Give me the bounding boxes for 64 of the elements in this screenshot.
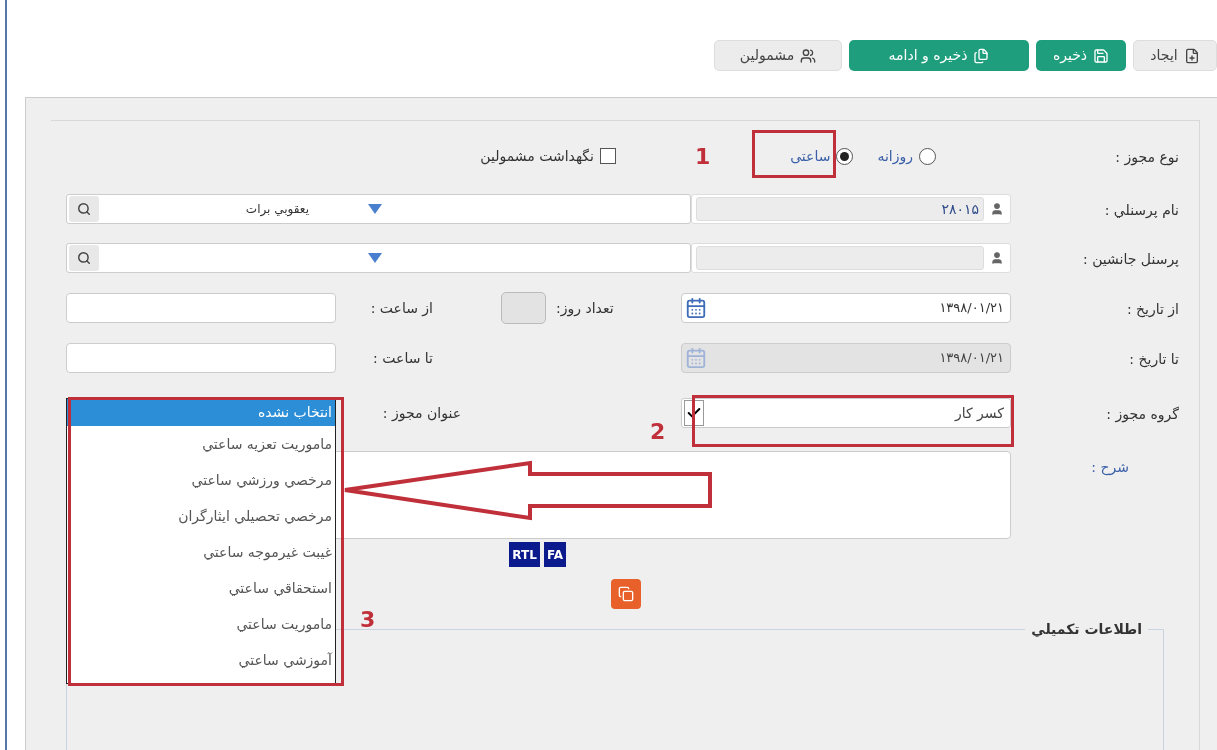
dropdown-arrow-icon[interactable] [367,203,383,215]
field-label: تا ساعت : [373,348,433,368]
date-field[interactable]: ۱۳۹۸/۰۱/۲۱ [681,293,1011,323]
date-value: ۱۳۹۸/۰۱/۲۱ [939,299,1004,318]
checkbox-label: نگهداشت مشمولین [480,146,594,167]
personnel-code-field[interactable]: ۲۸۰۱۵ [691,194,1011,224]
search-button[interactable] [69,245,99,271]
search-icon [77,251,91,265]
lookup-field[interactable]: يعقوبي برات [66,194,691,224]
field-label: عنوان مجوز : [382,403,461,424]
people-icon [800,47,817,64]
file-plus-icon [1183,47,1200,64]
step-number: 1 [695,143,711,171]
person-icon [990,202,1004,216]
step-number: 2 [650,418,666,446]
permit-group-select[interactable]: کسر کار [681,398,1011,428]
checkbox[interactable] [600,148,616,164]
checkmark-icon [684,400,704,426]
field-label: گروه مجوز : [1106,405,1179,425]
lookup-field[interactable] [66,243,691,273]
dropdown-option[interactable]: آموزشي ساعتي [67,642,335,678]
field-label: از تاريخ : [1126,300,1179,320]
toolbar-button[interactable]: مشمولین [714,40,842,71]
day-count-field[interactable] [501,292,546,324]
documents-icon [973,47,990,64]
search-icon [77,202,91,216]
personnel-name: يعقوبي برات [245,201,309,218]
floppy-icon [1093,47,1110,64]
search-button[interactable] [69,196,99,222]
time-field[interactable] [66,343,336,373]
field-label: تا تاريخ : [1129,350,1179,370]
editor-toggle[interactable]: FA [543,542,566,567]
overlapping-squares-icon [618,586,634,602]
radio-label: ساعتی [790,146,831,166]
personnel-code-field[interactable] [691,243,1011,273]
editor-toggle[interactable]: RTL [509,542,540,567]
dropdown-arrow-icon[interactable] [367,252,383,264]
dropdown-option[interactable]: مرخصي تحصيلي ايثارگران [67,498,335,534]
field-label: نام پرسنلي : [1104,201,1179,220]
dropdown-option[interactable]: استحقاقي ساعتي [67,570,335,606]
toolbar-button[interactable]: ایجاد [1133,40,1217,71]
radio-button[interactable] [836,147,854,165]
section-title: اطلاعات تكميلي [1030,620,1143,639]
dropdown-option[interactable]: مرخصي ورزشي ساعتي [67,462,335,498]
field-label: نوع مجوز : [1115,148,1179,168]
field-label: تعداد روز: [556,300,614,316]
person-icon [990,251,1004,265]
date-value: ۱۳۹۸/۰۱/۲۱ [939,349,1004,368]
dropdown-option[interactable]: ماموريت تعزيه ساعتي [67,426,335,462]
time-field[interactable] [66,293,336,323]
dropdown-list[interactable]: انتخاب نشده ماموريت تعزيه ساعتي مرخصي ورزشي ساعتي مرخصي تحصيلي ايثارگران غيبت غيرموجه ساعتي استحقاقي ساعتي ماموريت ساعتي آموزشي ساعتي [66,398,336,684]
expand-button[interactable] [611,579,641,609]
dropdown-option[interactable]: انتخاب نشده [67,399,335,426]
dropdown-option[interactable]: غيبت غيرموجه ساعتي [67,534,335,570]
field-label: پرسنل جانشين : [1083,250,1179,270]
step-number: 3 [360,606,376,634]
personnel-code: ۲۸۰۱۵ [941,199,979,219]
dropdown-option[interactable]: ماموريت ساعتي [67,606,335,642]
select-value: کسر کار [954,403,1004,423]
radio-label: روزانه [877,146,913,167]
field-label: شرح : [1091,458,1129,478]
field-label: از ساعت : [370,298,433,319]
calendar-icon[interactable] [685,297,707,319]
radio-button[interactable] [919,147,936,165]
